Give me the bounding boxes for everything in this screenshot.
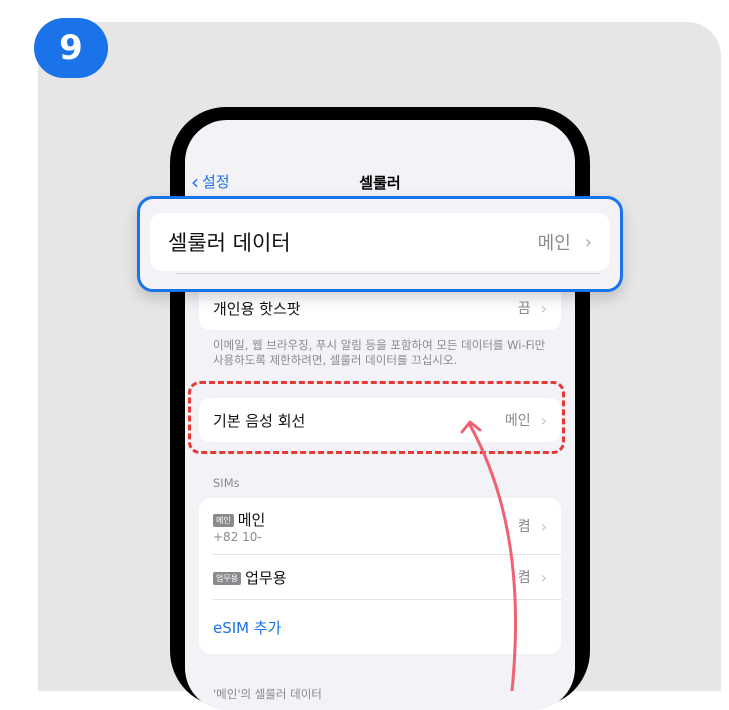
swipe-arrow-path bbox=[468, 423, 518, 691]
swipe-arrow bbox=[460, 420, 518, 691]
